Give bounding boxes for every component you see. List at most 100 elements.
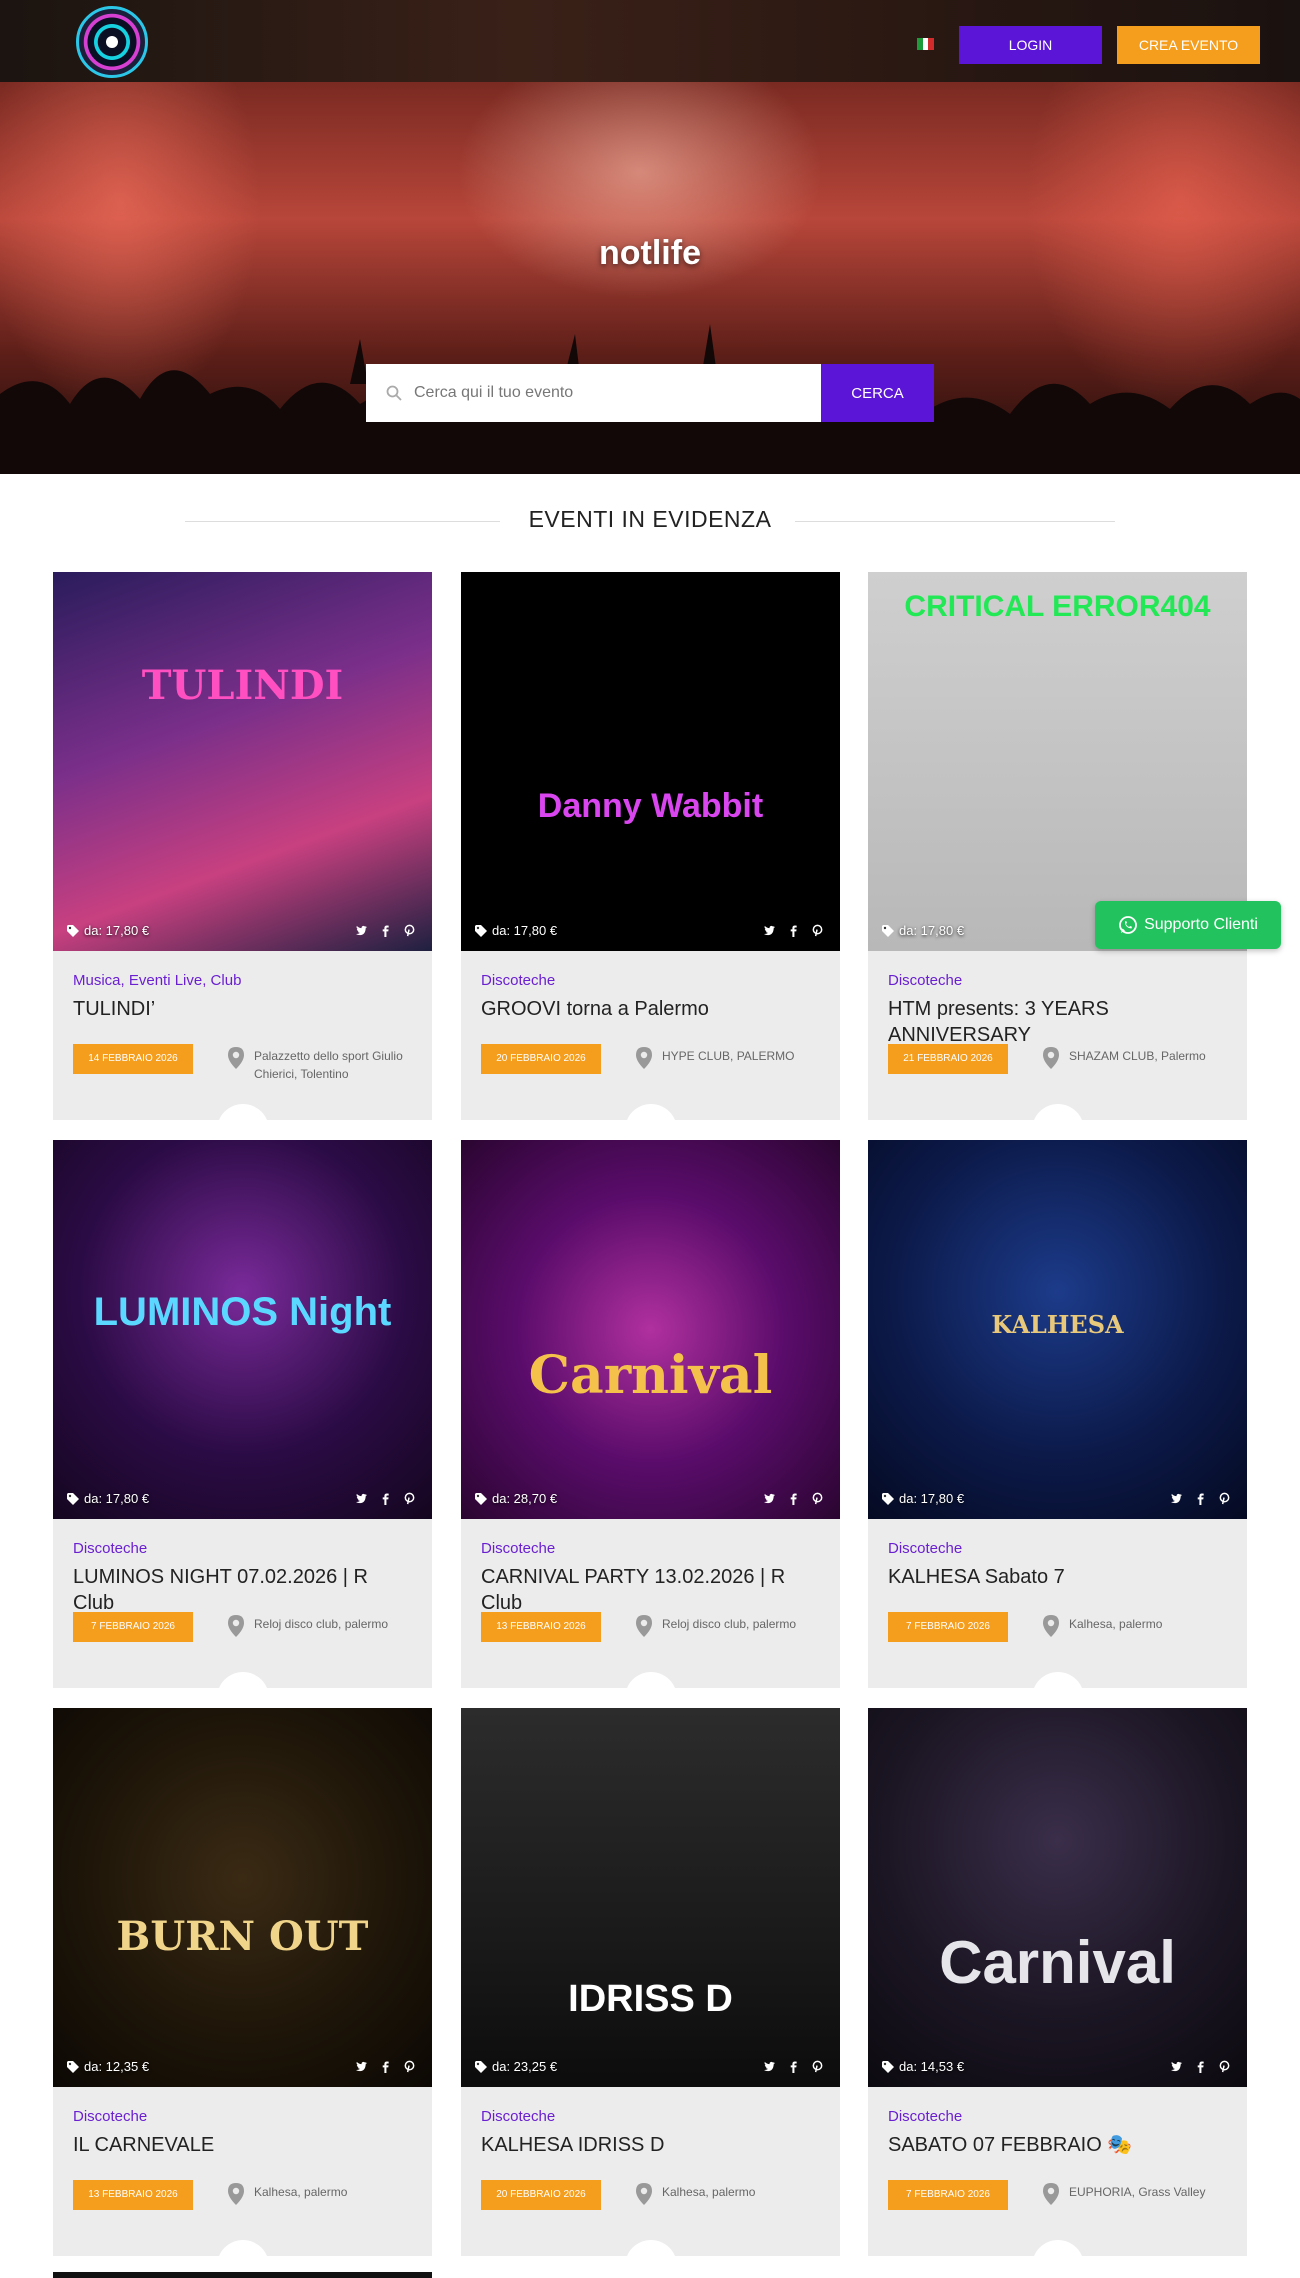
- facebook-icon: [790, 925, 797, 937]
- pinterest-share[interactable]: [403, 1492, 416, 1510]
- card-notch: [217, 2240, 269, 2256]
- price-tag-icon: [475, 2060, 487, 2073]
- location-text: EUPHORIA, Grass Valley: [1069, 2185, 1206, 2199]
- price-tag-icon: [882, 1492, 894, 1505]
- twitter-icon: [763, 1493, 776, 1504]
- location-text: Kalhesa, palermo: [254, 2185, 348, 2199]
- event-card[interactable]: BURN OUT da: 12,35 € Discoteche IL CARNEVAL…: [53, 1708, 432, 2256]
- event-title[interactable]: KALHESA Sabato 7: [888, 1564, 1228, 1590]
- facebook-share[interactable]: [379, 2060, 392, 2078]
- event-title[interactable]: GROOVI torna a Palermo: [481, 996, 821, 1022]
- event-card[interactable]: CRITICAL ERROR404 da: 17,80 € Discoteche HT…: [868, 572, 1247, 1120]
- search-box: [366, 364, 821, 422]
- facebook-share[interactable]: [1194, 1492, 1207, 1510]
- it-flag-icon[interactable]: [917, 38, 935, 50]
- event-location: Reloj disco club, palermo: [636, 1615, 826, 1637]
- event-title[interactable]: HTM presents: 3 YEARS ANNIVERSARY: [888, 996, 1228, 1048]
- event-location: Palazzetto dello sport Giulio Chierici, …: [228, 1047, 418, 1083]
- event-poster[interactable]: Carnival da: 28,70 €: [461, 1140, 840, 1519]
- pinterest-share[interactable]: [811, 1492, 824, 1510]
- event-poster[interactable]: KALHESA da: 17,80 €: [868, 1140, 1247, 1519]
- event-location: Kalhesa, palermo: [636, 2183, 826, 2205]
- event-category[interactable]: Discoteche: [888, 1540, 962, 1557]
- location-pin-icon: [228, 1615, 244, 1637]
- card-notch: [1032, 2240, 1084, 2256]
- card-notch: [217, 1672, 269, 1688]
- event-category[interactable]: Discoteche: [481, 2108, 555, 2125]
- twitter-share[interactable]: [763, 924, 776, 942]
- search-button[interactable]: CERCA: [821, 364, 934, 422]
- pinterest-share[interactable]: [403, 924, 416, 942]
- event-poster[interactable]: TULINDI da: 17,80 €: [53, 572, 432, 951]
- event-card[interactable]: Carnival da: 28,70 € Discoteche CARNIVAL PA…: [461, 1140, 840, 1688]
- event-title[interactable]: KALHESA IDRISS D: [481, 2132, 821, 2158]
- pinterest-share[interactable]: [403, 2060, 416, 2078]
- event-poster[interactable]: IDRISS D da: 23,25 €: [461, 1708, 840, 2087]
- top-header: LOGIN CREA EVENTO: [0, 0, 1300, 82]
- event-title[interactable]: TULINDI’: [73, 996, 413, 1022]
- event-title[interactable]: LUMINOS NIGHT 07.02.2026 | R Club: [73, 1564, 413, 1616]
- event-card[interactable]: Carnival da: 14,53 € Discoteche SABATO 07 F…: [868, 1708, 1247, 2256]
- event-category[interactable]: Discoteche: [481, 972, 555, 989]
- price-label: da: 14,53 €: [882, 2059, 964, 2074]
- event-title[interactable]: CARNIVAL PARTY 13.02.2026 | R Club: [481, 1564, 821, 1616]
- twitter-share[interactable]: [763, 1492, 776, 1510]
- event-title[interactable]: SABATO 07 FEBBRAIO 🎭: [888, 2132, 1228, 2158]
- pinterest-share[interactable]: [1218, 2060, 1231, 2078]
- event-category[interactable]: Discoteche: [73, 1540, 147, 1557]
- event-poster[interactable]: LUMINOS Night da: 17,80 €: [53, 1140, 432, 1519]
- location-text: HYPE CLUB, PALERMO: [662, 1049, 795, 1063]
- facebook-share[interactable]: [379, 1492, 392, 1510]
- poster-title: TULINDI: [141, 662, 344, 709]
- event-category[interactable]: Musica, Eventi Live, Club: [73, 972, 241, 989]
- pinterest-icon: [812, 2060, 823, 2073]
- event-category[interactable]: Discoteche: [888, 972, 962, 989]
- search-input[interactable]: [414, 364, 814, 422]
- price-label: da: 23,25 €: [475, 2059, 557, 2074]
- price-label: da: 12,35 €: [67, 2059, 149, 2074]
- price-tag-icon: [67, 924, 79, 937]
- event-date-badge: 20 FEBBRAIO 2026: [481, 2180, 601, 2210]
- twitter-share[interactable]: [355, 924, 368, 942]
- poster-title: Danny Wabbit: [537, 787, 764, 825]
- event-date-badge: 20 FEBBRAIO 2026: [481, 1044, 601, 1074]
- event-card[interactable]: Danny Wabbit da: 17,80 € Discoteche GROOVI …: [461, 572, 840, 1120]
- event-poster[interactable]: Carnival da: 14,53 €: [868, 1708, 1247, 2087]
- login-button[interactable]: LOGIN: [959, 26, 1102, 64]
- price-label: da: 17,80 €: [882, 1491, 964, 1506]
- event-category[interactable]: Discoteche: [73, 2108, 147, 2125]
- twitter-share[interactable]: [1170, 1492, 1183, 1510]
- pinterest-share[interactable]: [811, 924, 824, 942]
- site-logo[interactable]: [76, 6, 148, 78]
- event-card[interactable]: KALHESA da: 17,80 € Discoteche KALHESA Saba…: [868, 1140, 1247, 1688]
- price-text: da: 12,35 €: [84, 2059, 150, 2074]
- facebook-share[interactable]: [787, 924, 800, 942]
- facebook-share[interactable]: [1194, 2060, 1207, 2078]
- facebook-share[interactable]: [379, 924, 392, 942]
- event-category[interactable]: Discoteche: [481, 1540, 555, 1557]
- location-pin-icon: [1043, 2183, 1059, 2205]
- event-card[interactable]: LUMINOS Night da: 17,80 € Discoteche LUMINO…: [53, 1140, 432, 1688]
- event-poster[interactable]: BURN OUT da: 12,35 €: [53, 1708, 432, 2087]
- event-title[interactable]: IL CARNEVALE: [73, 2132, 413, 2158]
- location-text: SHAZAM CLUB, Palermo: [1069, 1049, 1206, 1063]
- support-button[interactable]: Supporto Clienti: [1095, 901, 1281, 949]
- facebook-share[interactable]: [787, 2060, 800, 2078]
- social-share: [763, 1492, 824, 1510]
- facebook-share[interactable]: [787, 1492, 800, 1510]
- location-pin-icon: [228, 1047, 244, 1069]
- twitter-share[interactable]: [763, 2060, 776, 2078]
- location-pin-icon: [228, 2183, 244, 2205]
- event-card[interactable]: IDRISS D da: 23,25 € Discoteche KALHESA IDR…: [461, 1708, 840, 2256]
- twitter-share[interactable]: [1170, 2060, 1183, 2078]
- twitter-share[interactable]: [355, 1492, 368, 1510]
- crea-evento-button[interactable]: CREA EVENTO: [1117, 26, 1260, 64]
- price-label: da: 17,80 €: [67, 923, 149, 938]
- event-category[interactable]: Discoteche: [888, 2108, 962, 2125]
- twitter-share[interactable]: [355, 2060, 368, 2078]
- event-card[interactable]: TULINDI da: 17,80 € Musica, Eventi Live, C…: [53, 572, 432, 1120]
- pinterest-share[interactable]: [811, 2060, 824, 2078]
- event-poster[interactable]: Danny Wabbit da: 17,80 €: [461, 572, 840, 951]
- event-poster[interactable]: CRITICAL ERROR404 da: 17,80 €: [868, 572, 1247, 951]
- pinterest-share[interactable]: [1218, 1492, 1231, 1510]
